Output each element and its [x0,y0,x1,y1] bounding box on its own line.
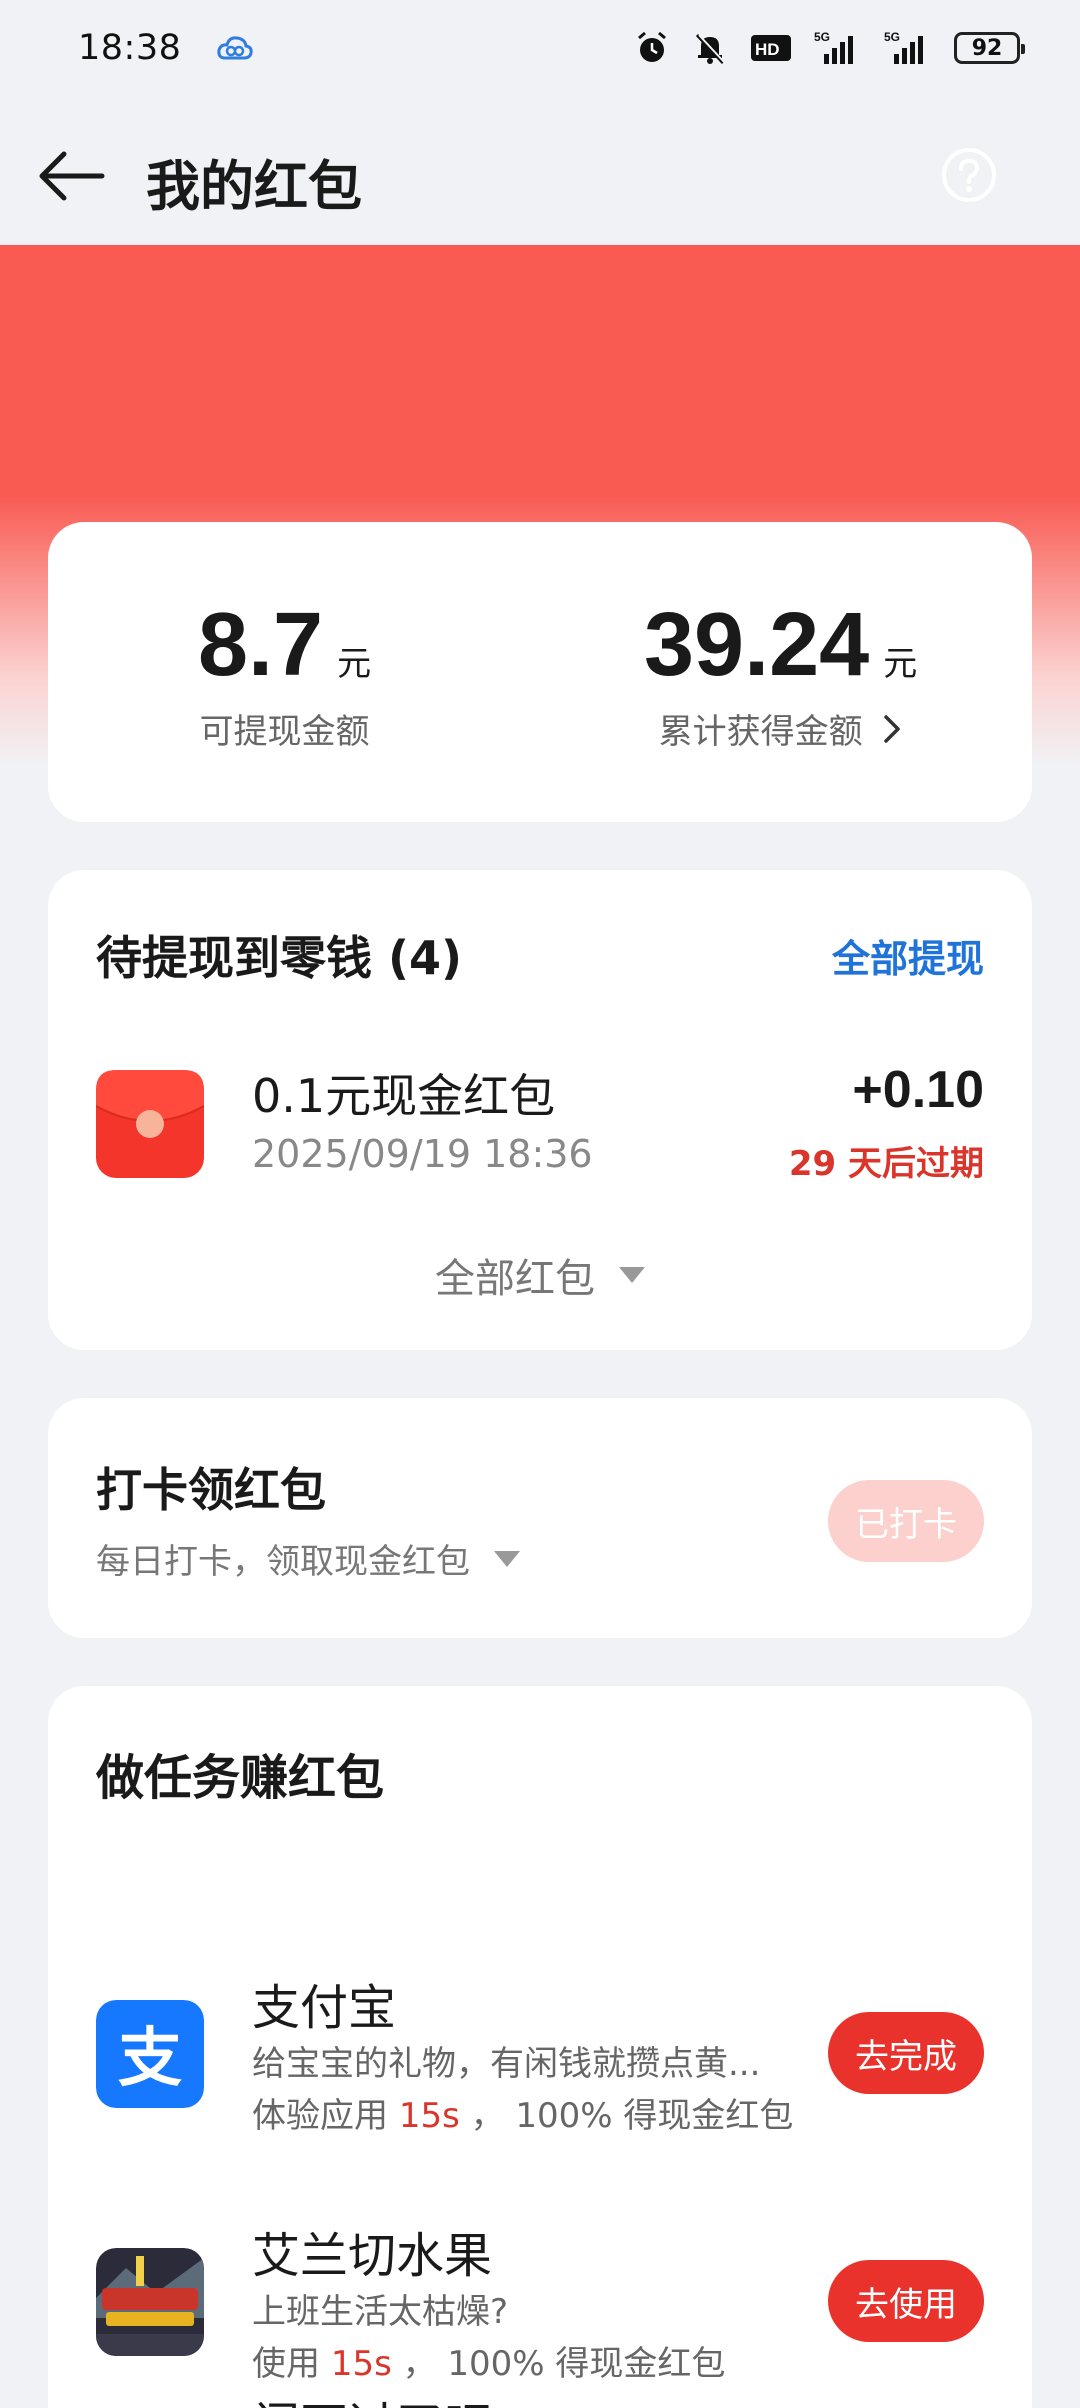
5g-signal-icon: 5G [814,30,853,64]
checked-in-button[interactable]: 已打卡 [828,1480,984,1562]
task-reward-time: 15s [330,2344,392,2384]
task-reward-suffix: ， 100% 得现金红包 [402,2344,726,2384]
svg-text:5G: 5G [884,30,900,44]
svg-text:HD: HD [755,40,780,59]
alipay-icon: 支 [96,2000,204,2108]
checkin-subtitle: 每日打卡，领取现金红包 [96,1542,470,1582]
total-label: 累计获得金额 [658,712,863,752]
help-icon[interactable] [940,146,998,204]
task-item-fruit: 艾兰切水果 上班生活太枯燥? 使用 15s ， 100% 得现金红包 去使用 [48,2124,1032,2384]
withdrawable-label: 可提现金额 [199,712,370,752]
triangle-down-icon [494,1550,520,1567]
5g-signal-icon: 5G [884,30,923,64]
complete-task-button[interactable]: 去完成 [828,2012,984,2094]
checkin-title: 打卡领红包 [96,1463,326,1517]
back-arrow-icon[interactable] [36,148,106,204]
envelope-date: 2025/09/19 18:36 [252,1132,593,1176]
alarm-icon [638,31,666,62]
pending-card: 待提现到零钱 (4) 全部提现 0.1元现金红包 2025/09/19 18:3… [48,870,1032,1350]
task-name: 艾兰切水果 [252,2228,493,2284]
fruit-game-icon [96,2248,204,2356]
all-envelopes-toggle[interactable]: 全部红包 [48,1246,1032,1304]
total-earned[interactable]: 39.24 元 累计获得金额 [644,600,917,753]
chevron-right-icon [883,714,900,743]
triangle-down-icon [619,1267,645,1283]
total-unit: 元 [883,644,918,684]
task-desc: 上班生活太枯燥? [252,2292,509,2332]
pending-title: 待提现到零钱 (4) [96,931,463,985]
task-name: 支付宝 [252,1980,397,2036]
envelope-expire: 29 天后过期 [788,1144,984,1184]
tasks-title: 做任务赚红包 [96,1750,385,1806]
envelope-amount: +0.10 [852,1061,984,1119]
red-envelope-icon [96,1070,204,1178]
svg-text:支: 支 [118,2022,182,2096]
use-app-button[interactable]: 去使用 [828,2260,984,2342]
withdrawable-amount: 8.7 元 可提现金额 [198,600,371,753]
task-desc: 给宝宝的礼物，有闲钱就攒点黄... [252,2044,761,2084]
battery-icon: 92 [954,32,1025,64]
task-reward-prefix: 使用 [252,2344,320,2384]
page-title: 我的红包 [146,155,362,218]
status-time: 18:38 [78,28,182,68]
checkin-card: 打卡领红包 每日打卡，领取现金红包 已打卡 [48,1398,1032,1638]
bell-muted-icon [695,33,726,65]
withdrawable-value: 8.7 [198,595,324,695]
task-name-peek: 闯不过了吧 [252,2386,492,2408]
total-value: 39.24 [644,595,870,695]
envelope-title: 0.1元现金红包 [252,1069,556,1123]
withdrawable-unit: 元 [337,644,372,684]
task-reward: 使用 15s ， 100% 得现金红包 [252,2336,725,2385]
battery-level: 92 [971,35,1003,61]
title-bar: 我的红包 [0,120,1080,230]
status-bar: 18:38 HD 5G 5G 92 [0,0,1080,96]
hd-icon: HD [751,35,791,61]
checkin-subtitle-row[interactable]: 每日打卡，领取现金红包 [96,1534,520,1583]
all-envelopes-label: 全部红包 [435,1256,595,1302]
cloud-app-icon [217,36,254,60]
balance-card: 8.7 元 可提现金额 39.24 元 累计获得金额 [48,522,1032,822]
tasks-card: 做任务赚红包 支 支付宝 给宝宝的礼物，有闲钱就攒点黄... 体验应用 15s … [48,1686,1032,2408]
withdraw-all-button[interactable]: 全部提现 [832,928,984,983]
svg-text:5G: 5G [814,30,830,44]
task-item-alipay: 支 支付宝 给宝宝的礼物，有闲钱就攒点黄... 体验应用 15s ， 100% … [48,1876,1032,2136]
